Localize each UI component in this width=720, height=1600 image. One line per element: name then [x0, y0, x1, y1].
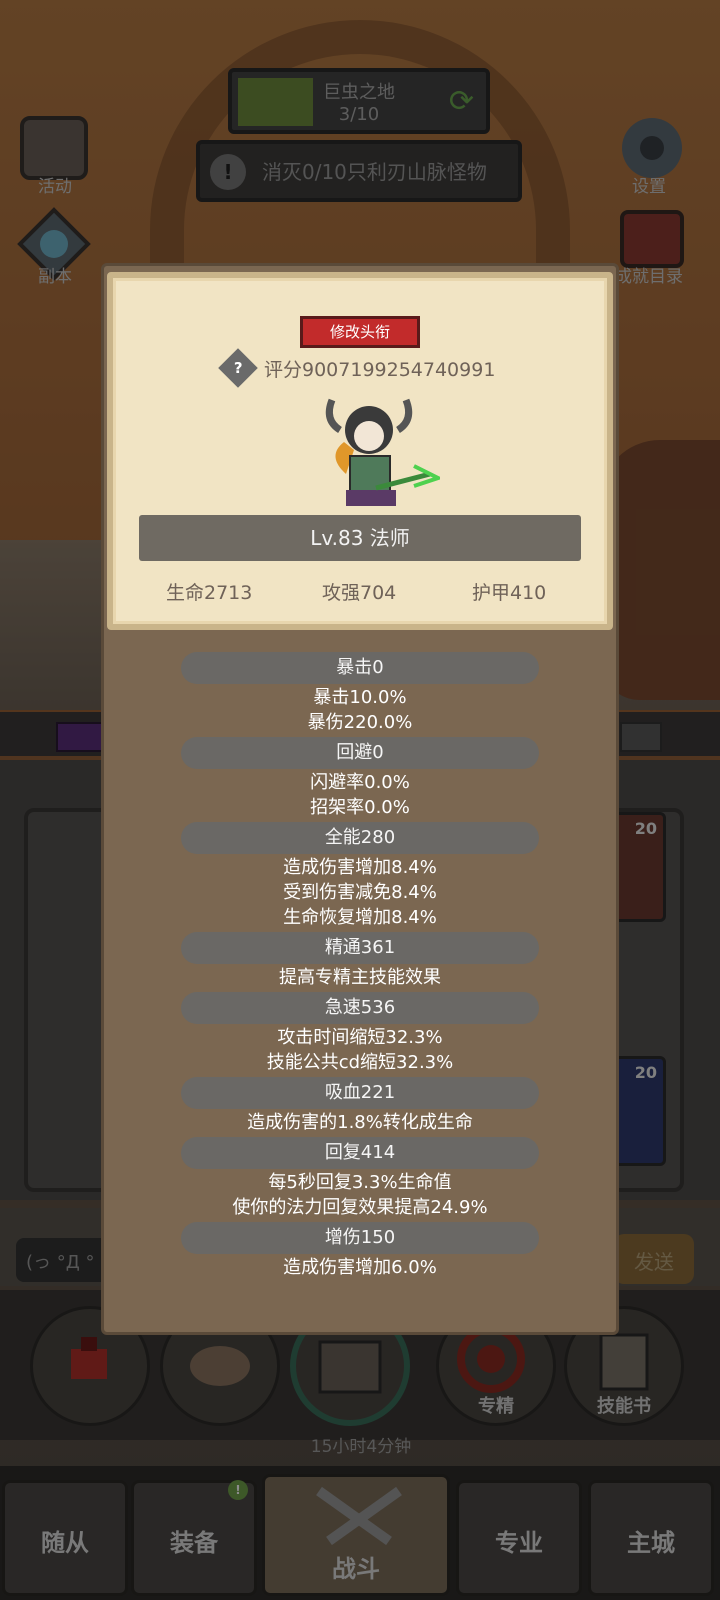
level-class-bar: Lv.83 法师 [139, 515, 581, 561]
stat-armor: 护甲410 [472, 582, 547, 604]
attr-line: 生命恢复增加8.4% [283, 907, 437, 928]
attr-line: 受到伤害减免8.4% [283, 882, 437, 903]
attr-line: 暴击10.0% [313, 687, 407, 708]
attr-line: 造成伤害增加8.4% [283, 857, 437, 878]
edit-title-button[interactable]: 修改头衔 [300, 316, 420, 348]
attr-line: 招架率0.0% [310, 797, 410, 818]
attr-header-recovery: 回复414 [181, 1137, 539, 1169]
stat-health: 生命2713 [166, 582, 253, 604]
attr-line: 技能公共cd缩短32.3% [266, 1052, 454, 1073]
attr-line: 每5秒回复3.3%生命值 [268, 1172, 452, 1193]
attr-line: 暴伤220.0% [307, 712, 413, 733]
attr-header-mastery: 精通361 [181, 932, 539, 964]
attr-line: 提高专精主技能效果 [279, 967, 441, 988]
attr-line: 闪避率0.0% [310, 772, 410, 793]
attr-line: 使你的法力回复效果提高24.9% [232, 1197, 488, 1218]
attr-header-damage-increase: 增伤150 [181, 1222, 539, 1254]
attr-header-avoidance: 回避0 [181, 737, 539, 769]
hero-sprite [325, 398, 440, 506]
attr-line: 造成伤害增加6.0% [283, 1257, 437, 1278]
score-text: 评分9007199254740991 [264, 358, 496, 381]
score-row: ? 评分9007199254740991 [218, 348, 496, 388]
attr-header-haste: 急速536 [181, 992, 539, 1024]
attr-line: 攻击时间缩短32.3% [277, 1027, 443, 1048]
attr-line: 造成伤害的1.8%转化成生命 [247, 1112, 473, 1133]
attr-header-leech: 吸血221 [181, 1077, 539, 1109]
help-icon[interactable]: ? [218, 348, 258, 388]
attr-header-versatility: 全能280 [181, 822, 539, 854]
attr-header-crit: 暴击0 [181, 652, 539, 684]
stat-attack-power: 攻强704 [322, 582, 397, 604]
